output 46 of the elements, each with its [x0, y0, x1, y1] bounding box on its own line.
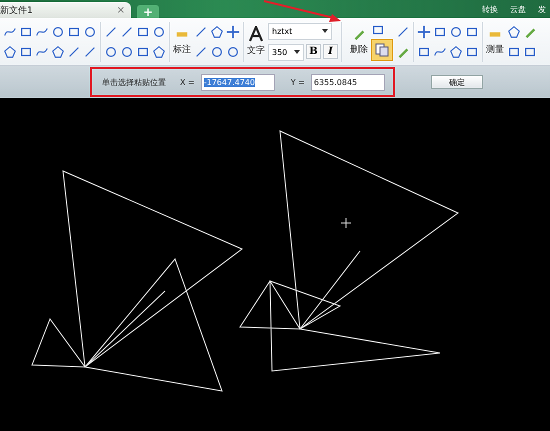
italic-button[interactable]: I: [323, 44, 338, 58]
polygon-icon[interactable]: [449, 44, 463, 58]
circle-icon[interactable]: [226, 44, 240, 58]
clipboard-icon: [375, 42, 389, 56]
dimension-label[interactable]: 标注: [173, 43, 191, 56]
y-input[interactable]: 6355.0845: [310, 74, 385, 90]
circle-icon[interactable]: [104, 44, 118, 58]
circle-icon[interactable]: [51, 24, 65, 38]
polygon-icon[interactable]: [51, 44, 65, 58]
paste-button[interactable]: [371, 38, 393, 60]
polygon-icon[interactable]: [210, 24, 224, 38]
x-label: X =: [180, 78, 195, 86]
polygon-icon[interactable]: [3, 44, 17, 58]
command-prompt: 单击选择粘贴位置: [102, 76, 166, 88]
line-icon[interactable]: [83, 44, 97, 58]
close-icon[interactable]: ×: [116, 4, 125, 16]
circle-icon[interactable]: [120, 44, 134, 58]
line-icon[interactable]: [194, 44, 208, 58]
crosshair-cursor: [340, 218, 352, 228]
delete-label[interactable]: 删除: [350, 43, 368, 56]
caret-icon: [322, 29, 328, 33]
circle-icon[interactable]: [152, 24, 166, 38]
x-input[interactable]: -17647.4740: [200, 74, 275, 90]
y-label: Y =: [290, 78, 305, 86]
font-select[interactable]: hztxt: [268, 22, 332, 40]
text-label[interactable]: 文字: [247, 44, 265, 57]
text-icon[interactable]: [249, 26, 263, 42]
line-icon[interactable]: [396, 24, 410, 38]
bold-button[interactable]: B: [306, 44, 321, 58]
header-action[interactable]: 云盘: [510, 4, 526, 14]
line-icon[interactable]: [67, 44, 81, 58]
line-icon[interactable]: [120, 24, 134, 38]
circle-icon[interactable]: [210, 44, 224, 58]
circle-icon[interactable]: [83, 24, 97, 38]
confirm-button[interactable]: 确定: [430, 75, 483, 89]
polygon-icon[interactable]: [152, 44, 166, 58]
measure-label[interactable]: 测量: [486, 43, 504, 56]
document-tab[interactable]: 新文件1 ×: [0, 2, 131, 18]
line-icon[interactable]: [194, 24, 208, 38]
caret-icon: [294, 50, 300, 54]
polygon-icon[interactable]: [507, 24, 521, 38]
header-action[interactable]: 转换: [482, 4, 498, 14]
circle-icon[interactable]: [449, 24, 463, 38]
size-select[interactable]: 350: [268, 44, 304, 60]
header-action[interactable]: 发: [538, 4, 546, 14]
line-icon[interactable]: [104, 24, 118, 38]
